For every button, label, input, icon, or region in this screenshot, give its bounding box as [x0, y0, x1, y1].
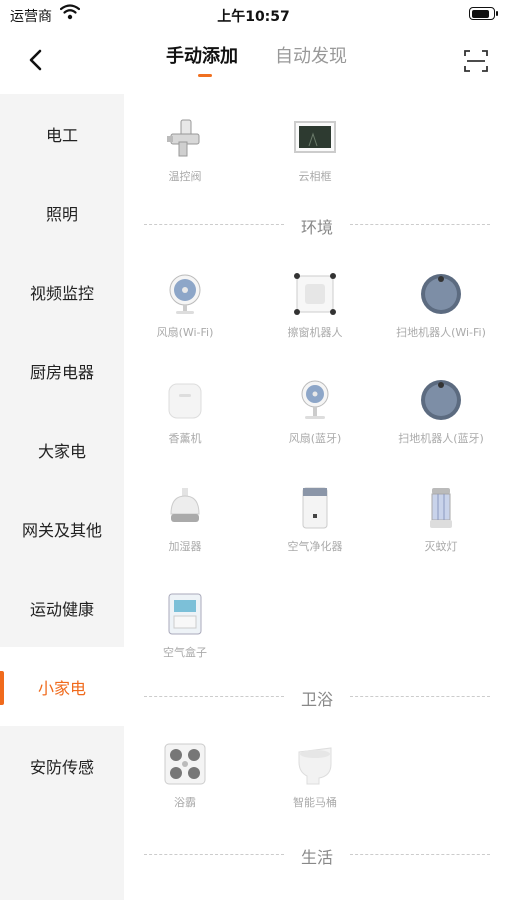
device-list: 温控阀 云相框 环境 风扇(Wi-Fi) 擦窗机器人 扫地机器人(Wi-Fi) … — [124, 94, 507, 900]
air-purifier-icon — [302, 487, 328, 529]
device-label: 温控阀 — [168, 170, 202, 183]
clock: 上午10:57 — [217, 9, 290, 25]
fan-icon — [169, 274, 201, 314]
sidebar-item-lighting[interactable]: 照明 — [0, 173, 124, 252]
device-tile-window-robot[interactable]: 擦窗机器人 — [254, 272, 376, 340]
section-header-life: 生活 — [144, 844, 490, 867]
section-header-environment: 环境 — [144, 214, 490, 237]
robot-vacuum-icon — [421, 380, 461, 420]
device-label: 云相框 — [298, 170, 332, 183]
sidebar-item-small-appliances[interactable]: 小家电 — [0, 647, 124, 726]
section-header-bathroom: 卫浴 — [144, 686, 490, 709]
device-tile-mosquito-lamp[interactable]: 灭蚊灯 — [380, 486, 502, 554]
smart-toilet-icon — [298, 747, 332, 785]
device-tile-bath-heater[interactable]: 浴霸 — [124, 742, 246, 810]
device-tile-valve[interactable]: 温控阀 — [124, 116, 246, 184]
device-tile-robot-vacuum-wifi[interactable]: 扫地机器人(Wi-Fi) — [380, 272, 502, 340]
section-title: 生活 — [300, 848, 333, 867]
tab-indicator — [198, 74, 212, 77]
category-sidebar: 电工 照明 视频监控 厨房电器 大家电 网关及其他 运动健康 小家电 安防传感 — [0, 94, 124, 900]
sidebar-item-large-appliances[interactable]: 大家电 — [0, 410, 124, 489]
scan-icon[interactable] — [463, 48, 489, 74]
device-tile-robot-vacuum-bluetooth[interactable]: 扫地机器人(蓝牙) — [380, 378, 502, 446]
bath-heater-icon — [164, 743, 206, 785]
device-label: 浴霸 — [174, 796, 196, 809]
device-tile-smart-toilet[interactable]: 智能马桶 — [254, 742, 376, 810]
window-robot-icon — [294, 273, 336, 315]
device-label: 智能马桶 — [293, 796, 337, 809]
device-tile-fan-bluetooth[interactable]: 风扇(蓝牙) — [254, 378, 376, 446]
device-label: 空气盒子 — [163, 646, 207, 659]
device-tile-aroma-diffuser[interactable]: 香薰机 — [124, 378, 246, 446]
sidebar-item-video-surveillance[interactable]: 视频监控 — [0, 252, 124, 331]
device-label: 风扇(蓝牙) — [288, 432, 342, 445]
divider — [350, 696, 490, 697]
section-title: 环境 — [300, 218, 333, 237]
divider — [350, 854, 490, 855]
tab-auto-discover[interactable]: 自动发现 — [275, 42, 347, 68]
humidifier-icon — [170, 488, 200, 522]
device-label: 空气净化器 — [287, 540, 343, 553]
tab-manual-add[interactable]: 手动添加 — [166, 42, 238, 68]
device-label: 香薰机 — [168, 432, 202, 445]
device-label: 扫地机器人(蓝牙) — [398, 432, 484, 445]
device-tile-air-purifier[interactable]: 空气净化器 — [254, 486, 376, 554]
device-tile-photo-frame[interactable]: 云相框 — [254, 116, 376, 184]
sidebar-item-electrician[interactable]: 电工 — [0, 94, 124, 173]
mosquito-lamp-icon — [430, 488, 452, 528]
device-tile-humidifier[interactable]: 加湿器 — [124, 486, 246, 554]
fan-icon — [301, 380, 329, 419]
status-bar: 运营商 上午10:57 — [0, 0, 507, 30]
battery-icon — [469, 7, 498, 20]
device-label: 扫地机器人(Wi-Fi) — [396, 326, 486, 339]
battery-fill — [471, 9, 489, 18]
sidebar-item-security-sensors[interactable]: 安防传感 — [0, 726, 124, 805]
device-label: 风扇(Wi-Fi) — [156, 326, 214, 339]
sidebar-item-gateway-other[interactable]: 网关及其他 — [0, 489, 124, 568]
sidebar-item-sports-health[interactable]: 运动健康 — [0, 568, 124, 647]
device-label: 擦窗机器人 — [287, 326, 343, 339]
device-tile-air-box[interactable]: 空气盒子 — [124, 592, 246, 660]
photo-frame-icon — [294, 121, 336, 153]
back-icon[interactable] — [20, 44, 52, 76]
valve-icon — [167, 119, 200, 157]
device-label: 灭蚊灯 — [424, 540, 458, 553]
nav-bar: 手动添加 自动发现 — [0, 30, 507, 90]
device-tile-fan-wifi[interactable]: 风扇(Wi-Fi) — [124, 272, 246, 340]
robot-vacuum-icon — [421, 274, 461, 314]
aroma-diffuser-icon — [168, 383, 202, 419]
sidebar-item-kitchen[interactable]: 厨房电器 — [0, 331, 124, 410]
divider — [350, 224, 490, 225]
section-title: 卫浴 — [300, 690, 333, 709]
air-box-icon — [168, 593, 202, 635]
device-label: 加湿器 — [168, 540, 202, 553]
